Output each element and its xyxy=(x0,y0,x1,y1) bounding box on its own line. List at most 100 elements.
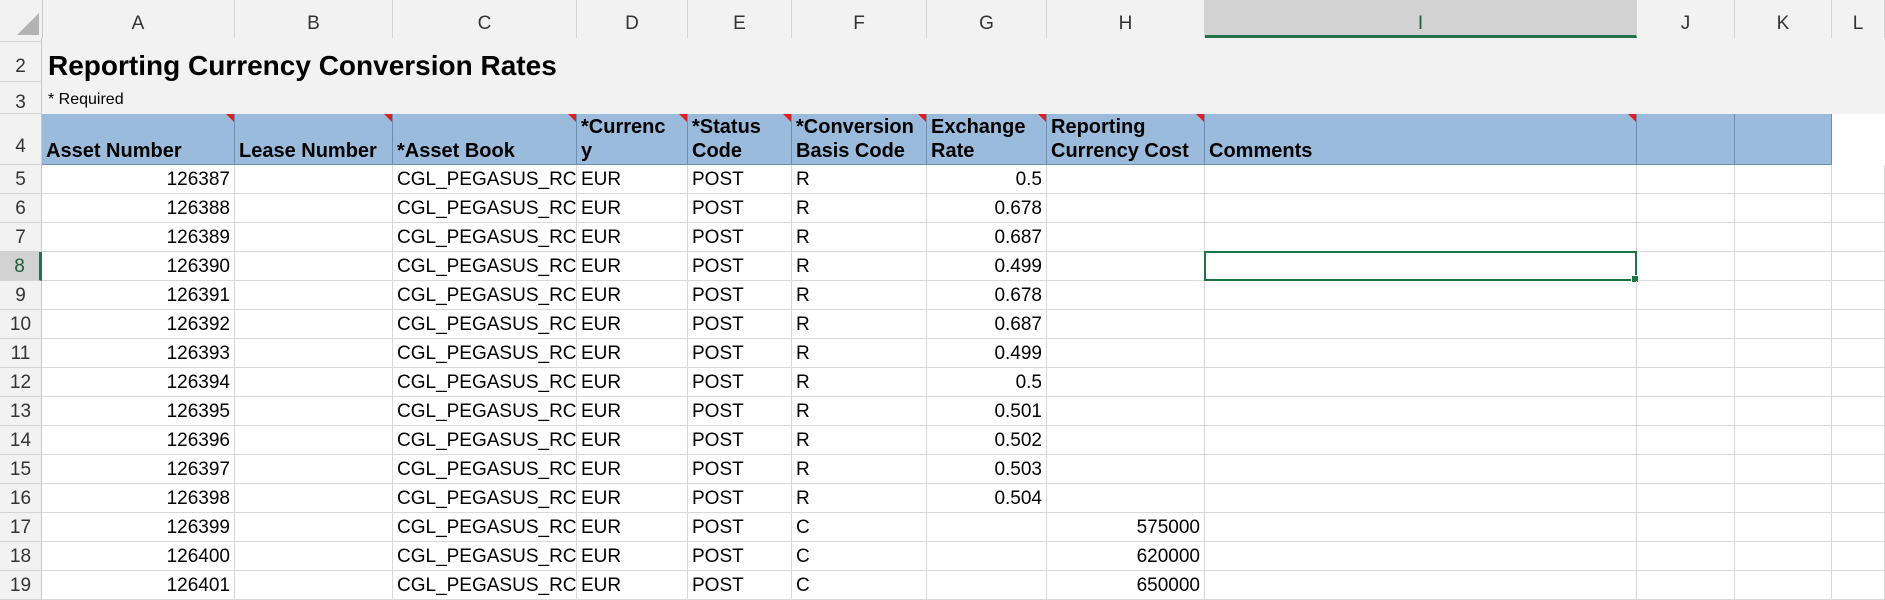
cell-book[interactable]: CGL_PEGASUS_RC2 xyxy=(393,571,577,600)
row-header-3[interactable]: 3 xyxy=(0,82,42,114)
cell-empty[interactable] xyxy=(1735,252,1832,281)
cell-status[interactable]: POST xyxy=(688,397,792,426)
column-header-j[interactable]: J xyxy=(1637,0,1735,38)
cell-book[interactable]: CGL_PEGASUS_RC2 xyxy=(393,397,577,426)
cell-empty[interactable] xyxy=(1735,281,1832,310)
cell-lease[interactable] xyxy=(235,339,393,368)
cell-basis[interactable]: C xyxy=(792,513,927,542)
cell-currency[interactable]: EUR xyxy=(577,571,688,600)
cell-book[interactable]: CGL_PEGASUS_RC2 xyxy=(393,339,577,368)
cell-comments[interactable] xyxy=(1205,339,1637,368)
cell-cost[interactable] xyxy=(1047,165,1205,194)
cell-comments[interactable] xyxy=(1205,455,1637,484)
row-header-14[interactable]: 14 xyxy=(0,426,42,455)
cell-basis[interactable]: R xyxy=(792,165,927,194)
cell-currency[interactable]: EUR xyxy=(577,397,688,426)
cell-cost[interactable] xyxy=(1047,426,1205,455)
cell-lease[interactable] xyxy=(235,571,393,600)
select-all-button[interactable] xyxy=(0,0,43,38)
cell-status[interactable]: POST xyxy=(688,339,792,368)
cell-rate[interactable]: 0.499 xyxy=(927,252,1047,281)
cell-cost[interactable]: 650000 xyxy=(1047,571,1205,600)
cell-status[interactable]: POST xyxy=(688,542,792,571)
cell-cost[interactable] xyxy=(1047,194,1205,223)
cell-lease[interactable] xyxy=(235,455,393,484)
row-header-18[interactable]: 18 xyxy=(0,542,42,571)
cell-rate[interactable]: 0.678 xyxy=(927,194,1047,223)
cell-rate[interactable]: 0.501 xyxy=(927,397,1047,426)
cell-rate[interactable]: 0.687 xyxy=(927,310,1047,339)
cell-cost[interactable] xyxy=(1047,252,1205,281)
cell-currency[interactable]: EUR xyxy=(577,223,688,252)
cell-cost[interactable] xyxy=(1047,368,1205,397)
cell-empty[interactable] xyxy=(1832,339,1885,368)
cell-rate[interactable]: 0.687 xyxy=(927,223,1047,252)
cell-currency[interactable]: EUR xyxy=(577,542,688,571)
cell-cost[interactable] xyxy=(1047,397,1205,426)
row-header-13[interactable]: 13 xyxy=(0,397,42,426)
cell-empty[interactable] xyxy=(1735,426,1832,455)
cell-empty[interactable] xyxy=(1832,223,1885,252)
cell-book[interactable]: CGL_PEGASUS_RC2 xyxy=(393,513,577,542)
cell-rate[interactable]: 0.503 xyxy=(927,455,1047,484)
cell-status[interactable]: POST xyxy=(688,281,792,310)
column-header-f[interactable]: F xyxy=(792,0,927,38)
cell-status[interactable]: POST xyxy=(688,194,792,223)
cell-cost[interactable] xyxy=(1047,455,1205,484)
cell-currency[interactable]: EUR xyxy=(577,281,688,310)
cell-asset[interactable]: 126389 xyxy=(42,223,235,252)
cell-empty[interactable] xyxy=(1832,368,1885,397)
cell-empty[interactable] xyxy=(1735,165,1832,194)
cell-asset[interactable]: 126388 xyxy=(42,194,235,223)
column-header-i[interactable]: I xyxy=(1205,0,1637,38)
column-header-h[interactable]: H xyxy=(1047,0,1205,38)
cell-empty[interactable] xyxy=(1735,223,1832,252)
cell-currency[interactable]: EUR xyxy=(577,426,688,455)
cell-asset[interactable]: 126390 xyxy=(42,252,235,281)
cell-empty[interactable] xyxy=(1832,484,1885,513)
cell-empty[interactable] xyxy=(1637,513,1735,542)
cell-book[interactable]: CGL_PEGASUS_RC2 xyxy=(393,310,577,339)
column-header-e[interactable]: E xyxy=(688,0,792,38)
cell-empty[interactable] xyxy=(1832,513,1885,542)
header-cell-g[interactable]: Exchange Rate xyxy=(927,114,1047,165)
cell-basis[interactable]: C xyxy=(792,571,927,600)
cell-empty[interactable] xyxy=(1735,339,1832,368)
cell-empty[interactable] xyxy=(1637,571,1735,600)
row-header-6[interactable]: 6 xyxy=(0,194,42,223)
cell-empty[interactable] xyxy=(1735,368,1832,397)
cell-lease[interactable] xyxy=(235,542,393,571)
row-header-15[interactable]: 15 xyxy=(0,455,42,484)
cell-empty[interactable] xyxy=(1832,165,1885,194)
cell-lease[interactable] xyxy=(235,426,393,455)
header-cell-j[interactable] xyxy=(1637,114,1735,165)
row-header-9[interactable]: 9 xyxy=(0,281,42,310)
cell-asset[interactable]: 126391 xyxy=(42,281,235,310)
cell-book[interactable]: CGL_PEGASUS_RC2 xyxy=(393,252,577,281)
cell-basis[interactable]: R xyxy=(792,194,927,223)
header-cell-b[interactable]: Lease Number xyxy=(235,114,393,165)
header-cell-e[interactable]: *Status Code xyxy=(688,114,792,165)
cell-comments[interactable] xyxy=(1205,194,1637,223)
cell-status[interactable]: POST xyxy=(688,571,792,600)
cell-empty[interactable] xyxy=(1637,194,1735,223)
cell-cost[interactable] xyxy=(1047,484,1205,513)
cell-cost[interactable]: 620000 xyxy=(1047,542,1205,571)
cell-cost[interactable] xyxy=(1047,281,1205,310)
cell-lease[interactable] xyxy=(235,310,393,339)
cell-asset[interactable]: 126394 xyxy=(42,368,235,397)
cell-comments[interactable] xyxy=(1205,368,1637,397)
cell-empty[interactable] xyxy=(1735,194,1832,223)
cell-comments[interactable] xyxy=(1205,310,1637,339)
active-cell-selection[interactable] xyxy=(1204,251,1639,283)
cell-basis[interactable]: R xyxy=(792,223,927,252)
cell-empty[interactable] xyxy=(1637,339,1735,368)
cell-book[interactable]: CGL_PEGASUS_RC2 xyxy=(393,455,577,484)
cell-asset[interactable]: 126392 xyxy=(42,310,235,339)
cell-currency[interactable]: EUR xyxy=(577,194,688,223)
cell-comments[interactable] xyxy=(1205,513,1637,542)
column-header-g[interactable]: G xyxy=(927,0,1047,38)
column-header-l[interactable]: L xyxy=(1832,0,1885,38)
cell-status[interactable]: POST xyxy=(688,455,792,484)
cell-cost[interactable] xyxy=(1047,339,1205,368)
